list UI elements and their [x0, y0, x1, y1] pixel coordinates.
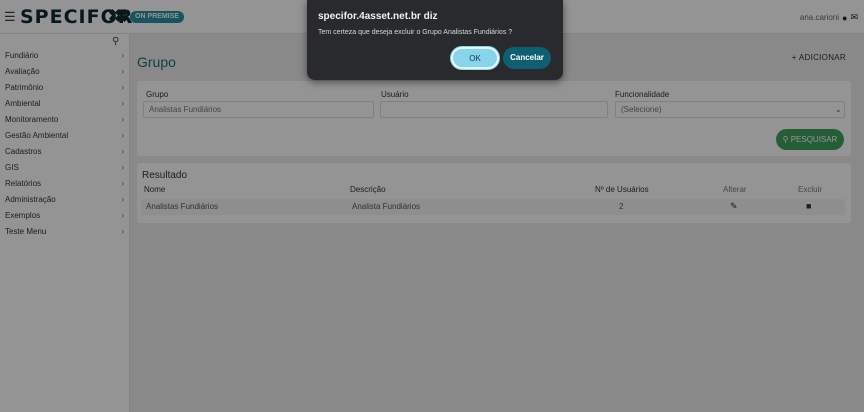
- ok-button[interactable]: OK: [451, 47, 499, 69]
- confirm-dialog: specifor.4asset.net.br diz Tem certeza q…: [307, 0, 563, 80]
- dialog-origin: specifor.4asset.net.br diz: [318, 11, 438, 22]
- cancel-button[interactable]: Cancelar: [503, 47, 551, 69]
- dialog-message: Tem certeza que deseja excluir o Grupo A…: [318, 29, 513, 36]
